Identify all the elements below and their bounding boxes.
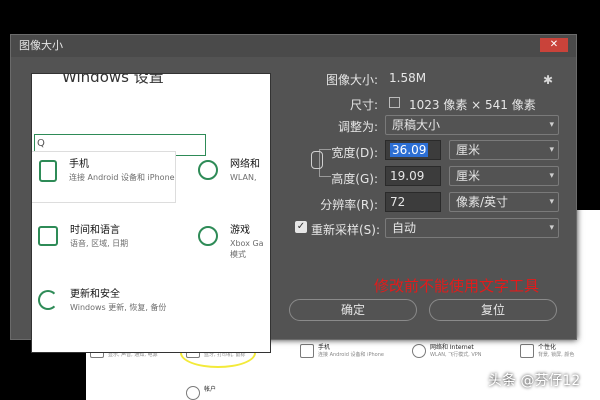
dimensions-toggle-icon[interactable] — [389, 97, 400, 108]
bg-item-network: 网络和 Internet WLAN, 飞行模式, VPN — [412, 344, 482, 359]
bg-item-title: 手机 — [318, 344, 331, 351]
bg-item-accounts: 帐户 — [186, 386, 216, 400]
dialog-title: 图像大小 — [19, 39, 63, 52]
fit-to-select[interactable]: 原稿大小 ▾ — [385, 115, 559, 135]
height-unit: 厘米 — [456, 169, 481, 183]
dimensions-value: 1023 像素 × 541 像素 — [409, 98, 536, 112]
gear-icon[interactable]: ✱ — [543, 73, 553, 87]
height-unit-select[interactable]: 厘米 ▾ — [449, 166, 559, 186]
tile-sub: Xbox Ga — [230, 239, 264, 248]
chevron-down-icon: ▾ — [549, 171, 554, 181]
bg-item-title: 网络和 Internet — [430, 344, 474, 351]
tile-sub: 连接 Android 设备和 iPhone — [69, 173, 175, 182]
close-button[interactable]: ✕ — [540, 38, 568, 52]
tile-sub: 模式 — [230, 250, 246, 259]
resample-label: 重新采样(S): — [311, 223, 381, 237]
dimensions-label: 尺寸: — [349, 98, 378, 112]
tile-sub: Windows 更新, 恢复, 备份 — [70, 303, 167, 312]
tile-title: 手机 — [69, 159, 89, 170]
bg-item-title: 帐户 — [204, 386, 217, 393]
width-unit: 厘米 — [456, 143, 481, 157]
tile-title: 网络和 — [230, 159, 260, 170]
resolution-input[interactable]: 72 — [385, 192, 441, 212]
bg-item-personalization: 个性化 背景, 锁屏, 颜色 — [520, 344, 574, 359]
phone-icon — [300, 344, 314, 358]
watermark: 头条 @芬仔12 — [488, 373, 581, 389]
xbox-icon — [198, 226, 218, 246]
dialog-titlebar[interactable]: 图像大小 — [11, 35, 576, 57]
width-value: 36.09 — [390, 143, 429, 157]
language-icon — [38, 226, 58, 246]
tile-sub: WLAN, — [230, 173, 257, 182]
width-unit-select[interactable]: 厘米 ▾ — [449, 140, 559, 160]
globe-icon — [412, 344, 426, 358]
fit-to-label: 调整为: — [337, 120, 378, 134]
preview-tile-update: 更新和安全 Windows 更新, 恢复, 备份 — [38, 288, 166, 313]
resample-checkbox[interactable]: ✓ — [295, 221, 307, 233]
height-value: 19.09 — [390, 169, 425, 183]
tile-sub: 语音, 区域, 日期 — [70, 239, 129, 248]
reset-button[interactable]: 复位 — [429, 299, 557, 321]
resample-value: 自动 — [392, 221, 417, 235]
search-icon: Q — [37, 138, 45, 149]
bg-item-sub: 显示, 声音, 通知, 电源 — [108, 352, 158, 358]
chevron-down-icon: ▾ — [549, 223, 554, 233]
bg-item-sub: 背景, 锁屏, 颜色 — [538, 352, 575, 358]
image-size-value: 1.58M — [389, 71, 427, 85]
warning-annotation: 修改前不能使用文字工具 — [374, 277, 540, 295]
resolution-value: 72 — [390, 195, 406, 209]
chevron-down-icon: ▾ — [549, 145, 554, 155]
fit-to-value: 原稿大小 — [392, 118, 441, 132]
tile-title: 游戏 — [230, 225, 250, 236]
preview-tile-phone: 手机 连接 Android 设备和 iPhone — [32, 151, 176, 203]
preview-tile-network: 网络和 WLAN, — [198, 158, 260, 183]
bg-item-phone: 手机 连接 Android 设备和 iPhone — [300, 344, 384, 359]
phone-icon — [39, 160, 57, 182]
preview-tile-time: 时间和语言 语音, 区域, 日期 — [38, 224, 128, 249]
bg-item-sub: WLAN, 飞行模式, VPN — [430, 352, 482, 358]
image-preview[interactable]: Windows 设置 Q 手机 连接 Android 设备和 iPhone 网络… — [31, 73, 271, 353]
height-input[interactable]: 19.09 — [385, 166, 441, 186]
width-input[interactable]: 36.09 — [385, 140, 441, 160]
image-size-dialog: 图像大小 ✕ Windows 设置 Q 手机 连接 Android 设备和 iP… — [10, 34, 577, 353]
resolution-label: 分辨率(R): — [320, 198, 378, 212]
tile-title: 更新和安全 — [70, 289, 120, 300]
brush-icon — [520, 344, 534, 358]
preview-tile-gaming: 游戏 Xbox Ga 模式 — [198, 224, 264, 260]
globe-icon — [198, 160, 218, 180]
preview-heading: Windows 设置 — [62, 73, 164, 86]
height-label: 高度(G): — [331, 172, 378, 186]
resolution-unit-select[interactable]: 像素/英寸 ▾ — [449, 192, 559, 212]
resolution-unit: 像素/英寸 — [456, 195, 509, 209]
bg-item-sub: 连接 Android 设备和 iPhone — [318, 352, 384, 358]
chevron-down-icon: ▾ — [549, 120, 554, 130]
person-icon — [186, 386, 200, 400]
width-label: 宽度(D): — [331, 146, 378, 160]
tile-title: 时间和语言 — [70, 225, 120, 236]
sync-icon — [38, 290, 58, 310]
bg-item-title: 个性化 — [538, 344, 557, 351]
chevron-down-icon: ▾ — [549, 197, 554, 207]
resample-select[interactable]: 自动 ▾ — [385, 218, 559, 238]
ok-button[interactable]: 确定 — [289, 299, 417, 321]
image-size-label: 图像大小: — [325, 73, 378, 87]
